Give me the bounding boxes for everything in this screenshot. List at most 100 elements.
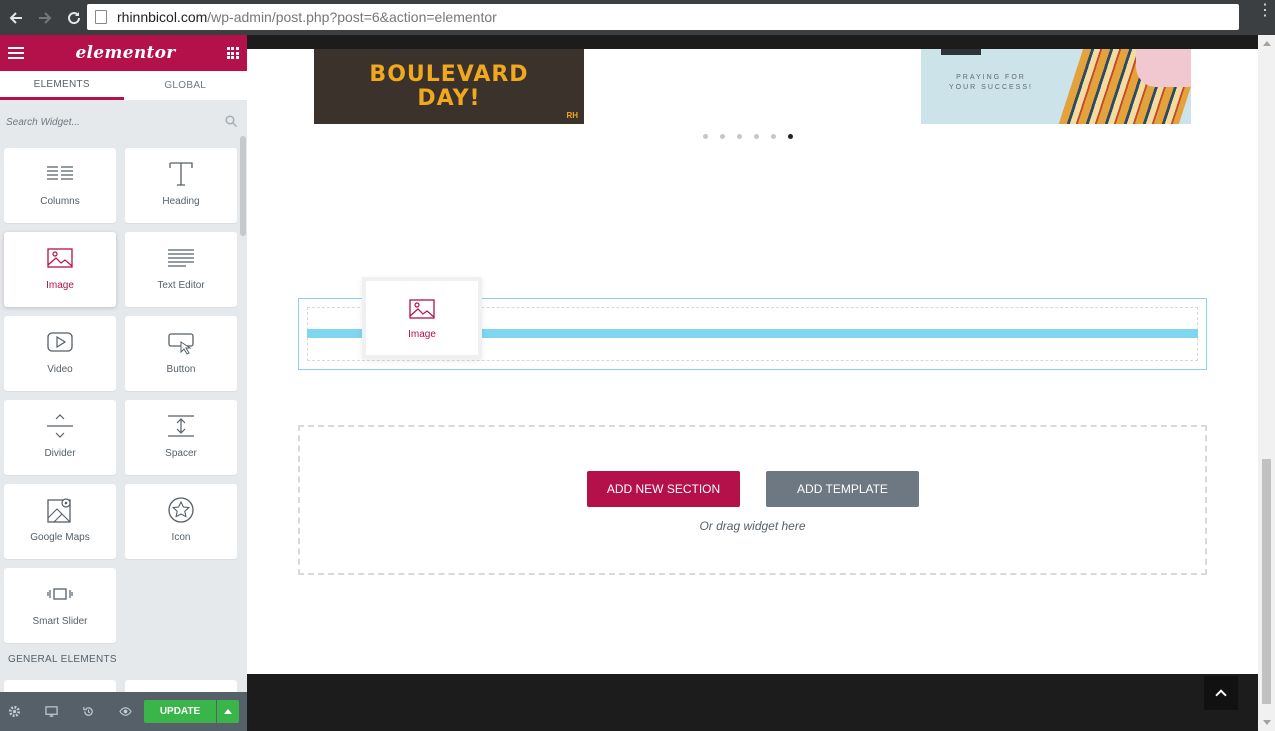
preview-canvas: BOULEVARD DAY! RH PRAYING FOR YOUR SUCCE… (247, 35, 1258, 731)
slider-dot[interactable] (720, 134, 725, 139)
panel-tabs: ELEMENTS GLOBAL (0, 71, 247, 100)
settings-gear-icon[interactable] (6, 704, 22, 720)
dragging-image-widget[interactable]: Image (362, 277, 482, 359)
url-host: rhinnbicol.com (117, 9, 208, 25)
widget-google-maps[interactable]: Google Maps (4, 484, 116, 559)
elementor-logo: elementor (75, 43, 176, 63)
site-footer (247, 674, 1258, 731)
panel-header: elementor (0, 35, 247, 71)
tab-elements[interactable]: ELEMENTS (0, 71, 124, 100)
widget-image[interactable]: Image (4, 232, 116, 307)
scrollbar-thumb[interactable] (1262, 459, 1271, 704)
url-path: /wp-admin/post.php?post=6&action=element… (207, 9, 497, 25)
slide-caption: PRAYING FOR YOUR SUCCESS! (949, 73, 1033, 93)
widget-label: Text Editor (157, 280, 205, 291)
widget-label: Heading (162, 196, 200, 207)
columns-icon (47, 166, 73, 180)
text-editor-icon (168, 249, 194, 267)
widget-icon[interactable]: Icon (125, 484, 237, 559)
add-new-section-button[interactable]: ADD NEW SECTION (587, 471, 740, 507)
smart-slider-icon (47, 588, 73, 600)
site-header-strip (247, 35, 1258, 49)
save-options-button[interactable] (217, 700, 239, 723)
caret-up-icon (224, 709, 232, 714)
widget-divider[interactable]: Divider (4, 400, 116, 475)
hamburger-menu-icon[interactable] (8, 47, 24, 59)
widget-heading[interactable]: Heading (125, 148, 237, 223)
slider-dot[interactable] (703, 134, 708, 139)
slider-dot-active[interactable] (788, 134, 793, 139)
widget-label: Columns (40, 196, 80, 207)
forward-button[interactable] (32, 5, 58, 31)
tab-global[interactable]: GLOBAL (123, 71, 247, 100)
image-icon (409, 299, 435, 319)
slide-caption-line1: PRAYING FOR (956, 74, 1026, 81)
back-button[interactable] (3, 5, 29, 31)
image-icon (47, 248, 73, 268)
widget-label: Image (46, 280, 74, 291)
slide-praying-for-success[interactable]: PRAYING FOR YOUR SUCCESS! (921, 49, 1191, 124)
widget-label: Google Maps (30, 532, 90, 543)
panel-scrollbar[interactable] (240, 136, 246, 236)
general-elements-title: GENERAL ELEMENTS (8, 654, 117, 665)
page-scrollbar[interactable] (1258, 35, 1275, 731)
widget-spacer[interactable]: Spacer (125, 400, 237, 475)
scroll-down-arrow-icon[interactable] (1263, 720, 1271, 725)
slider-dot[interactable] (737, 134, 742, 139)
elementor-panel: elementor ELEMENTS GLOBAL Columns Headin… (0, 35, 247, 731)
page-icon (95, 10, 107, 24)
widget-label: Video (47, 364, 73, 375)
address-bar[interactable]: rhinnbicol.com/wp-admin/post.php?post=6&… (87, 4, 1239, 30)
search-input[interactable] (6, 117, 216, 128)
slide-caption-line2: YOUR SUCCESS! (949, 84, 1033, 91)
slide-boulevard-day[interactable]: BOULEVARD DAY! RH (314, 49, 584, 124)
star-icon (168, 497, 194, 523)
widget-label: Smart Slider (32, 616, 88, 627)
video-icon (47, 332, 73, 352)
slide-headline-line1: BOULEVARD (369, 61, 529, 87)
widget-label: Spacer (165, 448, 197, 459)
google-maps-icon (47, 498, 71, 523)
forward-arrow-icon (39, 11, 52, 24)
drag-widget-label: Image (408, 329, 436, 340)
reload-button[interactable] (61, 5, 87, 31)
search-icon (225, 115, 237, 127)
heading-icon (169, 162, 193, 186)
preview-eye-icon[interactable] (117, 704, 133, 720)
widget-search (0, 100, 247, 145)
slider-pagination (703, 134, 793, 139)
scroll-up-arrow-icon[interactable] (1263, 41, 1271, 46)
add-template-button[interactable]: ADD TEMPLATE (766, 471, 919, 507)
slide-decor (941, 49, 981, 55)
widget-button[interactable]: Button (125, 316, 237, 391)
slide-pillow-image (1136, 49, 1191, 87)
responsive-desktop-icon[interactable] (43, 704, 59, 720)
chevron-up-icon (1215, 689, 1227, 701)
widget-columns[interactable]: Columns (4, 148, 116, 223)
widget-label: Icon (171, 532, 191, 543)
slider-dot[interactable] (754, 134, 759, 139)
add-section-area[interactable]: ADD NEW SECTION ADD TEMPLATE Or drag wid… (298, 425, 1207, 575)
widgets-grid: Columns Heading Image Text Editor Video … (4, 148, 238, 643)
divider-icon (47, 414, 73, 438)
back-arrow-icon (9, 11, 22, 24)
reload-icon (68, 11, 81, 24)
scroll-to-top-button[interactable] (1204, 676, 1238, 710)
widgets-grid-icon[interactable] (226, 47, 239, 59)
widget-label: Divider (44, 448, 76, 459)
widget-label: Button (166, 364, 196, 375)
panel-footer: UPDATE (0, 692, 247, 731)
drag-hint-text: Or drag widget here (699, 519, 806, 533)
slide-logo: RH (566, 111, 578, 120)
slide-headline-line2: DAY! (417, 85, 481, 111)
update-button[interactable]: UPDATE (144, 700, 216, 723)
widget-smart-slider[interactable]: Smart Slider (4, 568, 116, 643)
widget-video[interactable]: Video (4, 316, 116, 391)
slider-dot[interactable] (771, 134, 776, 139)
browser-menu-icon[interactable]: ⋮ (1257, 3, 1273, 19)
button-icon (168, 333, 194, 355)
browser-toolbar: rhinnbicol.com/wp-admin/post.php?post=6&… (0, 0, 1275, 35)
spacer-icon (168, 415, 194, 437)
widget-text-editor[interactable]: Text Editor (125, 232, 237, 307)
history-icon[interactable] (80, 704, 96, 720)
